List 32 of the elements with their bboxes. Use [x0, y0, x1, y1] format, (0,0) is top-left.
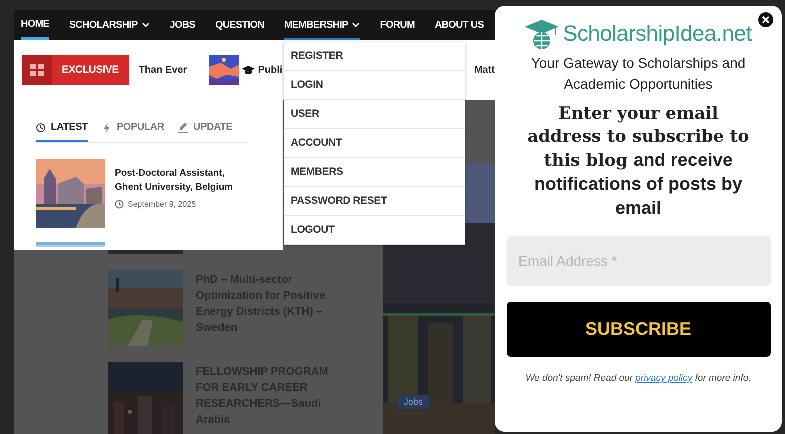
badge-label: EXCLUSIVE: [62, 64, 119, 76]
tab[interactable]: POPULAR: [102, 122, 164, 142]
email-field[interactable]: Email Address *: [506, 236, 770, 286]
grid-icon: [22, 55, 52, 85]
nav-link[interactable]: JOBS: [170, 10, 196, 40]
nav-link[interactable]: FORUM: [380, 10, 415, 40]
post-title[interactable]: Post-Doctoral Assistant, Ghent University, Belgium: [115, 159, 250, 195]
nav-link[interactable]: QUESTION: [215, 10, 264, 40]
menu-item[interactable]: ACCOUNT: [284, 129, 465, 158]
ticker-text[interactable]: Than Ever: [138, 64, 188, 76]
pencil-icon: [178, 122, 188, 132]
clock-icon: [115, 200, 124, 209]
privacy-note: We don't spam! Read our privacy policy for more info.: [524, 372, 752, 386]
ticker-text[interactable]: Publi: [258, 64, 283, 76]
tagline: Your Gateway to Scholarships and Academic Opportunities: [530, 54, 747, 94]
graduation-cap-icon: [242, 65, 256, 75]
clock-icon: [36, 122, 46, 132]
ticker-text[interactable]: Matt: [474, 64, 495, 76]
nav-link[interactable]: ABOUT US: [434, 10, 484, 40]
post-date: September 9, 2025: [128, 200, 196, 209]
tab[interactable]: UPDATE: [178, 122, 233, 142]
nav-link[interactable]: SCHOLARSHIP: [69, 10, 150, 40]
category-tag[interactable]: Jobs: [398, 395, 430, 409]
site-logo-text: ScholarshipIdea.net: [563, 21, 752, 47]
lightning-icon: [102, 122, 112, 132]
privacy-link[interactable]: privacy policy: [636, 373, 693, 384]
tab[interactable]: LATEST: [36, 122, 88, 142]
subscribe-heading: Enter your email address to subscribe to this blog and receive notifications of posts by email: [526, 103, 750, 220]
menu-item[interactable]: USER: [284, 100, 465, 129]
graduation-globe-icon: [525, 18, 560, 50]
subscribe-button[interactable]: SUBSCRIBE: [506, 302, 770, 357]
close-icon: [758, 12, 774, 28]
